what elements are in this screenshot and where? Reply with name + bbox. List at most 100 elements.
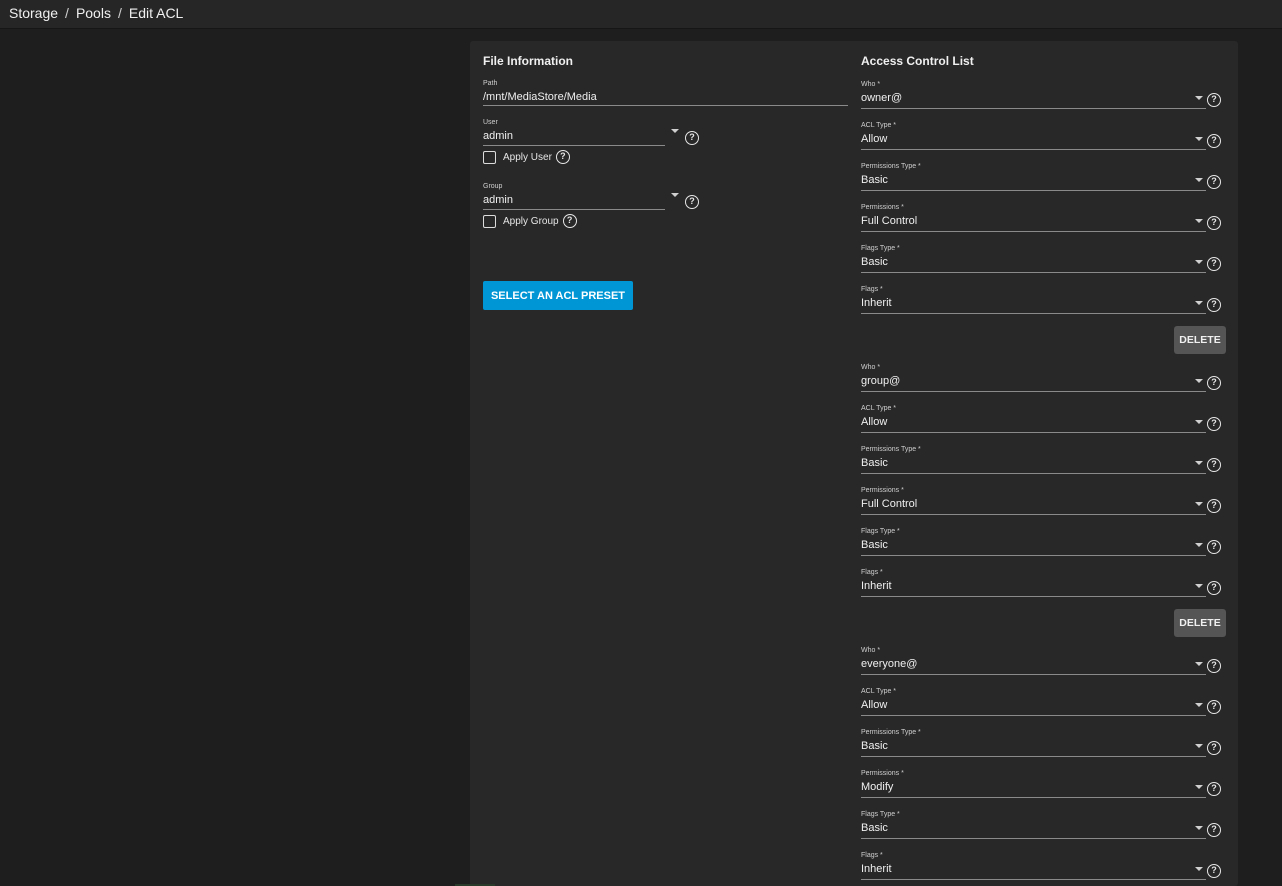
help-circle-icon[interactable]: ? bbox=[1207, 823, 1221, 837]
chevron-down-icon[interactable] bbox=[1195, 461, 1203, 465]
acl-flags-type-label: Flags Type * bbox=[861, 528, 900, 535]
acl-permissions-type-select[interactable]: Permissions Type * Basic bbox=[861, 446, 1206, 474]
acl-flags-select[interactable]: Flags * Inherit bbox=[861, 852, 1206, 880]
acl-who-select[interactable]: Who * group@ bbox=[861, 364, 1206, 392]
chevron-down-icon[interactable] bbox=[1195, 785, 1203, 789]
acl-permissions-value: Full Control bbox=[861, 498, 918, 510]
group-field[interactable]: Group admin bbox=[483, 183, 665, 210]
group-dropdown-icon[interactable] bbox=[671, 193, 679, 197]
chevron-down-icon[interactable] bbox=[1195, 219, 1203, 223]
acl-permissions-value: Modify bbox=[861, 781, 894, 793]
help-circle-icon[interactable]: ? bbox=[1207, 782, 1221, 796]
acl-who-label: Who * bbox=[861, 364, 881, 371]
chevron-down-icon[interactable] bbox=[1195, 178, 1203, 182]
acl-flags-type-select[interactable]: Flags Type * Basic bbox=[861, 245, 1206, 273]
acl-acl-type-select[interactable]: ACL Type * Allow bbox=[861, 405, 1206, 433]
apply-user-checkbox[interactable] bbox=[483, 150, 496, 164]
help-circle-icon[interactable]: ? bbox=[1207, 659, 1221, 673]
breadcrumb-current: Edit ACL bbox=[128, 5, 184, 21]
acl-permissions-type-value: Basic bbox=[861, 457, 888, 469]
help-circle-icon[interactable]: ? bbox=[1207, 93, 1221, 107]
help-circle-icon[interactable]: ? bbox=[1207, 700, 1221, 714]
help-circle-icon[interactable]: ? bbox=[1207, 216, 1221, 230]
acl-permissions-select[interactable]: Permissions * Full Control bbox=[861, 487, 1206, 515]
acl-who-select[interactable]: Who * everyone@ bbox=[861, 647, 1206, 675]
path-field[interactable]: Path /mnt/MediaStore/Media bbox=[483, 80, 848, 106]
user-dropdown-icon[interactable] bbox=[671, 129, 679, 133]
apply-user-help-icon[interactable]: ? bbox=[555, 150, 570, 164]
chevron-down-icon[interactable] bbox=[1195, 502, 1203, 506]
acl-permissions-select[interactable]: Permissions * Modify bbox=[861, 770, 1206, 798]
acl-who-value: everyone@ bbox=[861, 658, 918, 670]
acl-acl-type-value: Allow bbox=[861, 416, 888, 428]
delete-acl-entry-button[interactable]: DELETE bbox=[1174, 326, 1226, 354]
acl-flags-type-select[interactable]: Flags Type * Basic bbox=[861, 811, 1206, 839]
acl-permissions-type-select[interactable]: Permissions Type * Basic bbox=[861, 729, 1206, 757]
acl-acl-type-label: ACL Type * bbox=[861, 405, 897, 412]
chevron-down-icon[interactable] bbox=[1195, 420, 1203, 424]
acl-flags-select[interactable]: Flags * Inherit bbox=[861, 286, 1206, 314]
acl-flags-type-value: Basic bbox=[861, 539, 888, 551]
chevron-down-icon[interactable] bbox=[1195, 826, 1203, 830]
select-acl-preset-button[interactable]: SELECT AN ACL PRESET bbox=[483, 281, 633, 310]
chevron-down-icon[interactable] bbox=[1195, 867, 1203, 871]
acl-acl-type-value: Allow bbox=[861, 699, 888, 711]
chevron-down-icon[interactable] bbox=[1195, 662, 1203, 666]
acl-acl-type-select[interactable]: ACL Type * Allow bbox=[861, 122, 1206, 150]
help-circle-icon[interactable]: ? bbox=[1207, 298, 1221, 312]
acl-flags-value: Inherit bbox=[861, 297, 892, 309]
acl-flags-label: Flags * bbox=[861, 852, 883, 859]
acl-flags-type-value: Basic bbox=[861, 256, 888, 268]
acl-permissions-label: Permissions * bbox=[861, 204, 904, 211]
edit-acl-card: File Information Path /mnt/MediaStore/Me… bbox=[470, 41, 1238, 886]
apply-group-checkbox[interactable] bbox=[483, 214, 496, 228]
help-circle-icon[interactable]: ? bbox=[1207, 134, 1221, 148]
help-circle-icon[interactable]: ? bbox=[1207, 499, 1221, 513]
acl-permissions-type-label: Permissions Type * bbox=[861, 163, 921, 170]
file-information-title: File Information bbox=[483, 54, 573, 68]
help-circle-icon[interactable]: ? bbox=[1207, 175, 1221, 189]
chevron-down-icon[interactable] bbox=[1195, 744, 1203, 748]
acl-permissions-type-value: Basic bbox=[861, 740, 888, 752]
acl-flags-label: Flags * bbox=[861, 286, 883, 293]
help-circle-icon[interactable]: ? bbox=[1207, 540, 1221, 554]
group-help-icon[interactable]: ? bbox=[685, 195, 699, 209]
group-value: admin bbox=[483, 194, 513, 206]
chevron-down-icon[interactable] bbox=[1195, 301, 1203, 305]
chevron-down-icon[interactable] bbox=[1195, 584, 1203, 588]
access-control-list-title: Access Control List bbox=[861, 54, 974, 68]
top-bar: Storage / Pools / Edit ACL bbox=[0, 0, 1282, 29]
breadcrumb-separator: / bbox=[117, 5, 122, 21]
acl-permissions-type-select[interactable]: Permissions Type * Basic bbox=[861, 163, 1206, 191]
acl-acl-type-select[interactable]: ACL Type * Allow bbox=[861, 688, 1206, 716]
help-circle-icon[interactable]: ? bbox=[1207, 581, 1221, 595]
user-label: User bbox=[483, 119, 498, 126]
acl-who-select[interactable]: Who * owner@ bbox=[861, 81, 1206, 109]
breadcrumb-pools[interactable]: Pools bbox=[76, 5, 111, 21]
chevron-down-icon[interactable] bbox=[1195, 703, 1203, 707]
help-circle-icon[interactable]: ? bbox=[1207, 864, 1221, 878]
delete-acl-entry-button[interactable]: DELETE bbox=[1174, 609, 1226, 637]
apply-group-help-icon[interactable]: ? bbox=[562, 214, 577, 228]
help-circle-icon[interactable]: ? bbox=[1207, 458, 1221, 472]
breadcrumb-storage[interactable]: Storage bbox=[9, 5, 58, 21]
help-circle-icon[interactable]: ? bbox=[1207, 417, 1221, 431]
user-help-icon[interactable]: ? bbox=[685, 131, 699, 145]
chevron-down-icon[interactable] bbox=[1195, 543, 1203, 547]
acl-acl-type-label: ACL Type * bbox=[861, 688, 897, 695]
chevron-down-icon[interactable] bbox=[1195, 260, 1203, 264]
acl-permissions-select[interactable]: Permissions * Full Control bbox=[861, 204, 1206, 232]
acl-acl-type-label: ACL Type * bbox=[861, 122, 897, 129]
user-field[interactable]: User admin bbox=[483, 119, 665, 146]
chevron-down-icon[interactable] bbox=[1195, 96, 1203, 100]
acl-flags-type-select[interactable]: Flags Type * Basic bbox=[861, 528, 1206, 556]
acl-who-value: group@ bbox=[861, 375, 901, 387]
acl-permissions-type-value: Basic bbox=[861, 174, 888, 186]
acl-flags-label: Flags * bbox=[861, 569, 883, 576]
help-circle-icon[interactable]: ? bbox=[1207, 257, 1221, 271]
acl-flags-select[interactable]: Flags * Inherit bbox=[861, 569, 1206, 597]
help-circle-icon[interactable]: ? bbox=[1207, 741, 1221, 755]
chevron-down-icon[interactable] bbox=[1195, 137, 1203, 141]
help-circle-icon[interactable]: ? bbox=[1207, 376, 1221, 390]
chevron-down-icon[interactable] bbox=[1195, 379, 1203, 383]
